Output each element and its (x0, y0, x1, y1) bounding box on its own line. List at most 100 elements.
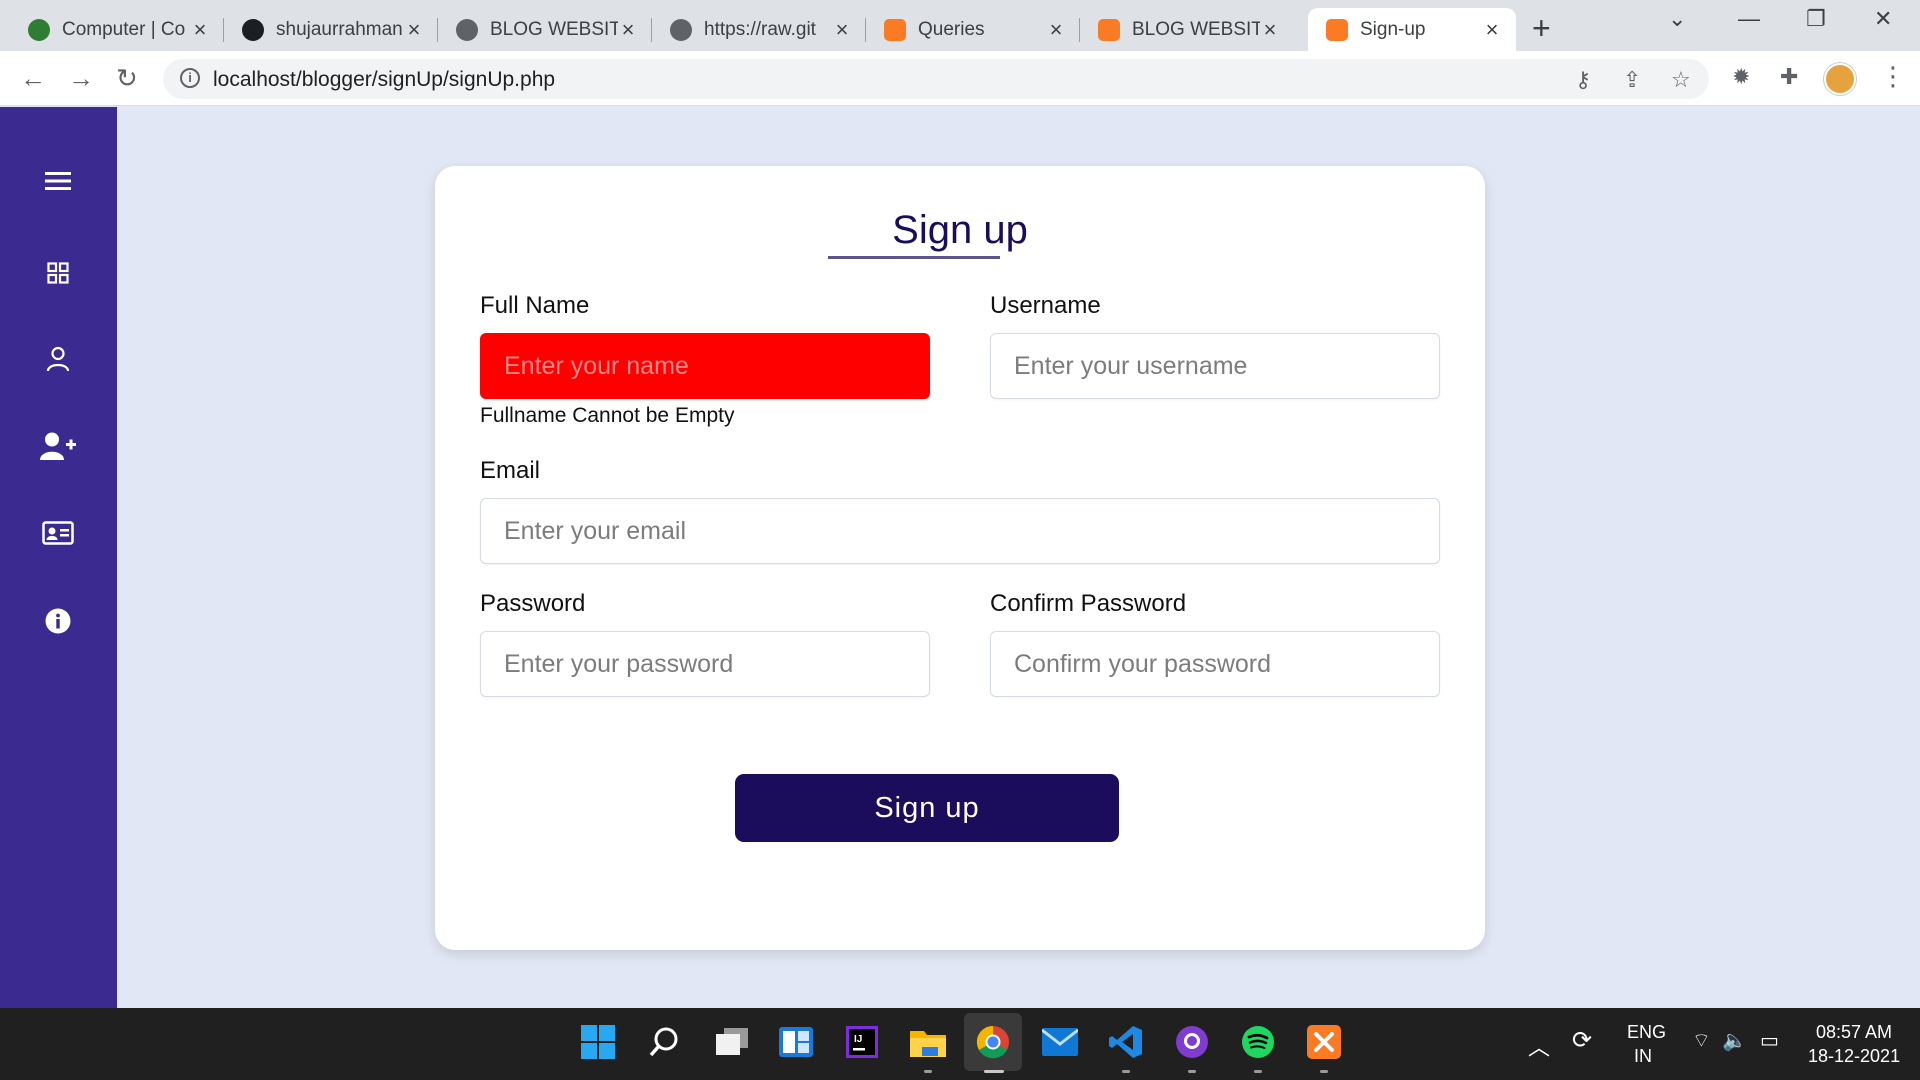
xampp-icon (884, 18, 906, 41)
mail-icon[interactable] (1040, 1022, 1080, 1062)
address-bar[interactable]: i localhost/blogger/signUp/signUp.php ⚷ … (163, 59, 1709, 99)
title-underline (828, 256, 1000, 259)
browser-tab-strip: Computer | Co × shujaurrahman × BLOG WEB… (0, 0, 1920, 51)
browser-tab[interactable]: Computer | Co × (10, 8, 224, 51)
browser-tab[interactable]: shujaurrahman × (224, 8, 438, 51)
email-input[interactable] (481, 499, 1439, 563)
close-icon[interactable]: × (832, 18, 852, 40)
full-name-field[interactable] (480, 333, 930, 399)
password-field[interactable] (480, 631, 930, 697)
wifi-icon[interactable]: ⌔ (1692, 1028, 1711, 1053)
window-close-icon[interactable]: ✕ (1874, 6, 1892, 32)
browser-tab[interactable]: BLOG WEBSITE × (1080, 8, 1294, 51)
globe-icon (670, 18, 692, 41)
site-info-icon[interactable]: i (180, 68, 200, 88)
file-explorer-icon[interactable] (908, 1022, 948, 1062)
add-user-icon[interactable] (38, 426, 78, 466)
volume-icon[interactable]: 🔈 (1722, 1028, 1747, 1053)
taskbar: IJ ︿ ⟳ ENG IN ⌔ 🔈 ▭ 08:57 AM 18-12-2021 (0, 1008, 1920, 1080)
confirm-password-label: Confirm Password (990, 590, 1187, 617)
key-icon[interactable]: ⚷ (1575, 67, 1591, 93)
browser-menu-icon[interactable]: ⋮ (1880, 61, 1906, 92)
search-icon[interactable] (644, 1022, 684, 1062)
windows-start-icon[interactable] (578, 1022, 618, 1062)
browser-tab[interactable]: Queries × (866, 8, 1080, 51)
close-icon[interactable]: × (1260, 18, 1280, 40)
running-indicator (1188, 1070, 1196, 1073)
confirm-password-input[interactable] (991, 632, 1439, 696)
share-icon[interactable]: ⇪ (1623, 67, 1641, 93)
chevron-up-icon[interactable]: ︿ (1528, 1030, 1550, 1062)
running-indicator (924, 1070, 932, 1073)
minimize-icon[interactable]: — (1738, 6, 1760, 32)
battery-icon[interactable]: ▭ (1760, 1028, 1779, 1053)
tab-title: shujaurrahman (276, 18, 403, 40)
new-tab-button[interactable]: + (1532, 12, 1551, 44)
clock-time[interactable]: 08:57 AM (1816, 1022, 1892, 1043)
id-card-icon[interactable] (38, 513, 78, 553)
dashboard-grid-icon[interactable] (38, 253, 78, 293)
user-icon[interactable] (38, 339, 78, 379)
info-icon[interactable] (38, 601, 78, 641)
back-icon[interactable]: ← (20, 63, 46, 93)
browser-tab[interactable]: BLOG WEBSITE × (438, 8, 652, 51)
tab-title: Computer | Co (62, 18, 186, 40)
close-icon[interactable]: × (618, 18, 638, 40)
clock-date[interactable]: 18-12-2021 (1808, 1046, 1900, 1067)
restore-icon[interactable]: ❐ (1806, 6, 1826, 32)
globe-icon (456, 18, 478, 41)
xampp-icon (1326, 18, 1348, 41)
reload-icon[interactable]: ↻ (116, 63, 138, 93)
avatar[interactable] (1824, 63, 1856, 95)
running-indicator (1254, 1070, 1262, 1073)
task-view-icon[interactable] (712, 1022, 752, 1062)
browser-tab-active[interactable]: Sign-up × (1308, 8, 1516, 51)
spotify-icon[interactable] (1238, 1022, 1278, 1062)
hamburger-menu-icon[interactable] (38, 161, 78, 201)
github-icon (242, 18, 264, 41)
svg-text:IJ: IJ (854, 1034, 862, 1045)
signup-card: Sign up Full Name Fullname Cannot be Emp… (435, 166, 1485, 950)
email-label: Email (480, 457, 541, 484)
xampp-icon (1098, 18, 1120, 41)
browser-tab[interactable]: https://raw.git × (652, 8, 866, 51)
xampp-icon[interactable] (1304, 1022, 1344, 1062)
confirm-password-field[interactable] (990, 631, 1440, 697)
username-field[interactable] (990, 333, 1440, 399)
username-input[interactable] (991, 334, 1439, 398)
sidebar (0, 107, 117, 1008)
close-icon[interactable]: × (190, 18, 210, 40)
running-indicator (1320, 1070, 1328, 1073)
url-text[interactable]: localhost/blogger/signUp/signUp.php (213, 68, 555, 92)
running-indicator (1122, 1070, 1130, 1073)
widgets-icon[interactable] (776, 1022, 816, 1062)
tab-title: Queries (918, 18, 985, 40)
intellij-icon[interactable]: IJ (842, 1022, 882, 1062)
forward-icon[interactable]: → (68, 63, 94, 93)
full-name-input[interactable] (481, 334, 929, 398)
sync-icon[interactable]: ⟳ (1572, 1026, 1592, 1055)
extension-bug-icon[interactable]: ✹ (1732, 64, 1750, 90)
email-field[interactable] (480, 498, 1440, 564)
github-desktop-icon[interactable] (1172, 1022, 1212, 1062)
signup-button[interactable]: Sign up (735, 774, 1119, 842)
extensions-puzzle-icon[interactable]: ✚ (1780, 64, 1798, 90)
close-icon[interactable]: × (404, 18, 424, 40)
password-input[interactable] (481, 632, 929, 696)
tab-title: Sign-up (1360, 18, 1426, 40)
browser-toolbar: ← → ↻ i localhost/blogger/signUp/signUp.… (0, 51, 1920, 106)
region-indicator[interactable]: IN (1634, 1046, 1652, 1067)
tab-title: BLOG WEBSITE (1132, 18, 1260, 40)
close-icon[interactable]: × (1482, 18, 1502, 40)
page-title: Sign up (892, 208, 1028, 252)
full-name-label: Full Name (480, 292, 590, 319)
username-label: Username (990, 292, 1101, 319)
password-label: Password (480, 590, 586, 617)
tab-title: https://raw.git (704, 18, 816, 40)
language-indicator[interactable]: ENG (1627, 1022, 1666, 1043)
chrome-icon[interactable] (964, 1013, 1022, 1071)
tab-search-icon[interactable]: ⌄ (1668, 6, 1686, 32)
close-icon[interactable]: × (1046, 18, 1066, 40)
vscode-icon[interactable] (1106, 1022, 1146, 1062)
bookmark-star-icon[interactable]: ☆ (1671, 67, 1691, 93)
